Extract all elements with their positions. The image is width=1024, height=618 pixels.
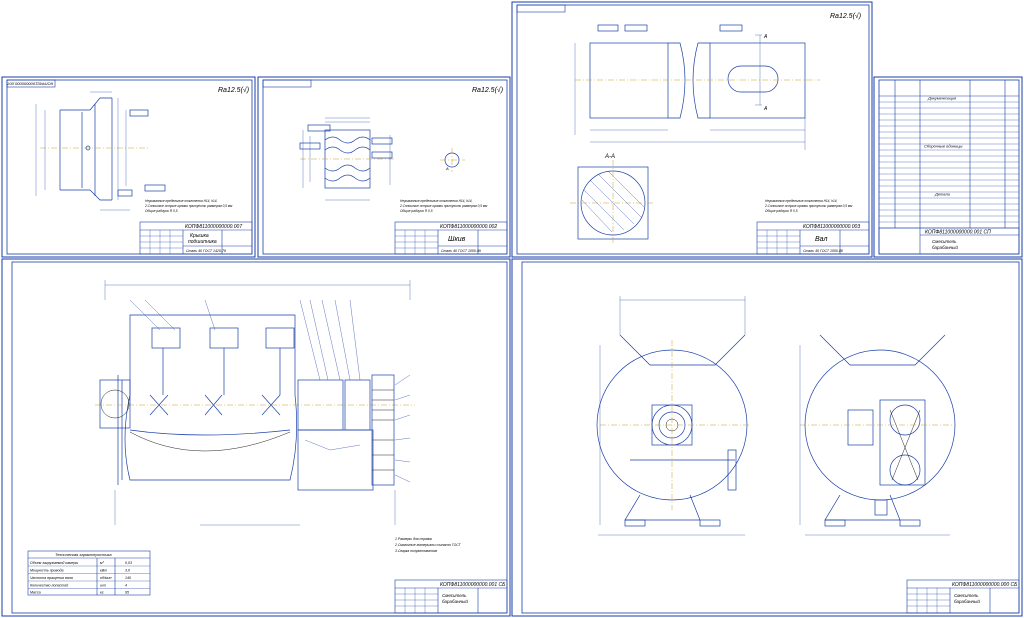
cover-stamp: КОПФ811000000000.007 (185, 224, 242, 230)
sheet-cover: КОПФ811000000000.007 Ra12.5(√) Неуказанн… (1, 76, 256, 258)
svg-text:0,03: 0,03 (125, 561, 132, 565)
svg-text:140: 140 (125, 576, 131, 580)
pulley-keyway-label: A (445, 166, 449, 171)
assembly-table-title: Техническая характеристика (55, 552, 112, 557)
shaft-title: Вал (815, 236, 827, 243)
pulley-material: Сталь 40 ГОСТ 1050-99 (441, 249, 481, 253)
cover-title-2: подшипника (188, 239, 217, 245)
shaft-section-mark-top: A (763, 34, 768, 40)
pulley-note-2: 2.Сплошные острые кромки притупить разме… (399, 204, 488, 208)
pulley-note-1: Неуказанные предельные отклонения Н14, h… (400, 199, 473, 203)
svg-text:об/мин: об/мин (100, 576, 111, 580)
assembly-title-2: барабанный (442, 598, 468, 604)
general-title-1: Смеситель (954, 593, 979, 598)
roughness-cover: Ra12.5(√) (218, 86, 249, 94)
general-title-2: барабанный (954, 598, 980, 604)
pulley-note-3: Общие радиусы R 0,5 (400, 209, 433, 213)
shaft-section-label: А-А (604, 154, 615, 160)
spec-stamp: КОПФ811000000000.001 СП (925, 230, 991, 236)
cover-material: Сталь 40 ГОСТ 1420-79 (186, 249, 226, 253)
pulley-title: Шкив (448, 236, 466, 243)
pulley-stamp: КОПФ811000000000.002 (440, 224, 497, 230)
assembly-stamp: КОПФ811000000000.001 СБ (440, 582, 506, 588)
svg-text:Количество лопастей: Количество лопастей (30, 584, 68, 588)
cover-note-2: 2.Сплошные острые кромки притупить разме… (144, 204, 233, 208)
cover-note-3: Общие радиусы R 0,5 (145, 209, 178, 213)
svg-text:кВт: кВт (100, 569, 107, 573)
shaft-note-3: Общие радиусы R 0,5 (765, 209, 798, 213)
assembly-note-3: 3.Сварка полуавтоматом (395, 549, 438, 553)
svg-text:95: 95 (125, 591, 129, 595)
assembly-note-2: 2.Смазочные материалы согласно ГОСТ (394, 543, 462, 547)
assembly-note-1: 1.Размеры для справок (395, 537, 432, 541)
spec-section-docs: Документация (927, 96, 957, 101)
spec-title-1: Смеситель (932, 239, 957, 244)
svg-text:4: 4 (125, 584, 127, 588)
sheet-shaft: Ra12.5(√) A A А-А Неуказанные предельные… (511, 1, 873, 258)
spec-section-parts: Детали (934, 192, 951, 197)
cover-note-1: Неуказанные предельные отклонения Н14, h… (145, 199, 218, 203)
svg-text:3,0: 3,0 (125, 569, 130, 573)
svg-text:Масса: Масса (30, 591, 41, 595)
shaft-material: Сталь 45 ГОСТ 1050-88 (803, 249, 843, 253)
shaft-note-1: Неуказанные предельные отклонения Н14, h… (765, 199, 838, 203)
svg-text:кг: кг (100, 591, 104, 595)
general-stamp: КОПФ811000000000.000 СБ (952, 582, 1018, 588)
svg-text:Частота вращения вала: Частота вращения вала (30, 576, 73, 580)
shaft-note-2: 2.Сплошные острые кромки притупить разме… (764, 204, 853, 208)
roughness-pulley: Ra12.5(√) (472, 86, 503, 94)
sheet-cover-code-top: КОПФ811000000000.007 (7, 82, 53, 87)
sheet-general: КОПФ811000000000.000 СБ Смеситель бараба… (511, 258, 1023, 617)
shaft-stamp: КОПФ811000000000.003 (803, 224, 860, 230)
roughness-shaft: Ra12.5(√) (830, 12, 861, 20)
spec-title-2: барабанный (932, 244, 958, 250)
assembly-title-1: Смеситель (442, 593, 467, 598)
sheet-pulley: Ra12.5(√) A Неуказанные предельные откло… (257, 76, 511, 258)
sheet-specification: Документация Сборочные единицы Детали КО… (873, 76, 1023, 258)
shaft-section-mark-bottom: A (763, 106, 768, 112)
sheet-assembly: Техническая характеристика Объем загружа… (1, 258, 511, 617)
svg-text:Объем загружаемой камеры: Объем загружаемой камеры (30, 561, 79, 565)
spec-section-assemblies: Сборочные единицы (924, 144, 963, 149)
svg-text:шт: шт (100, 584, 106, 588)
drawing-canvas: КОПФ811000000000.007 Ra12.5(√) Неуказанн… (1, 1, 1023, 617)
svg-text:Мощность привода: Мощность привода (30, 569, 63, 573)
